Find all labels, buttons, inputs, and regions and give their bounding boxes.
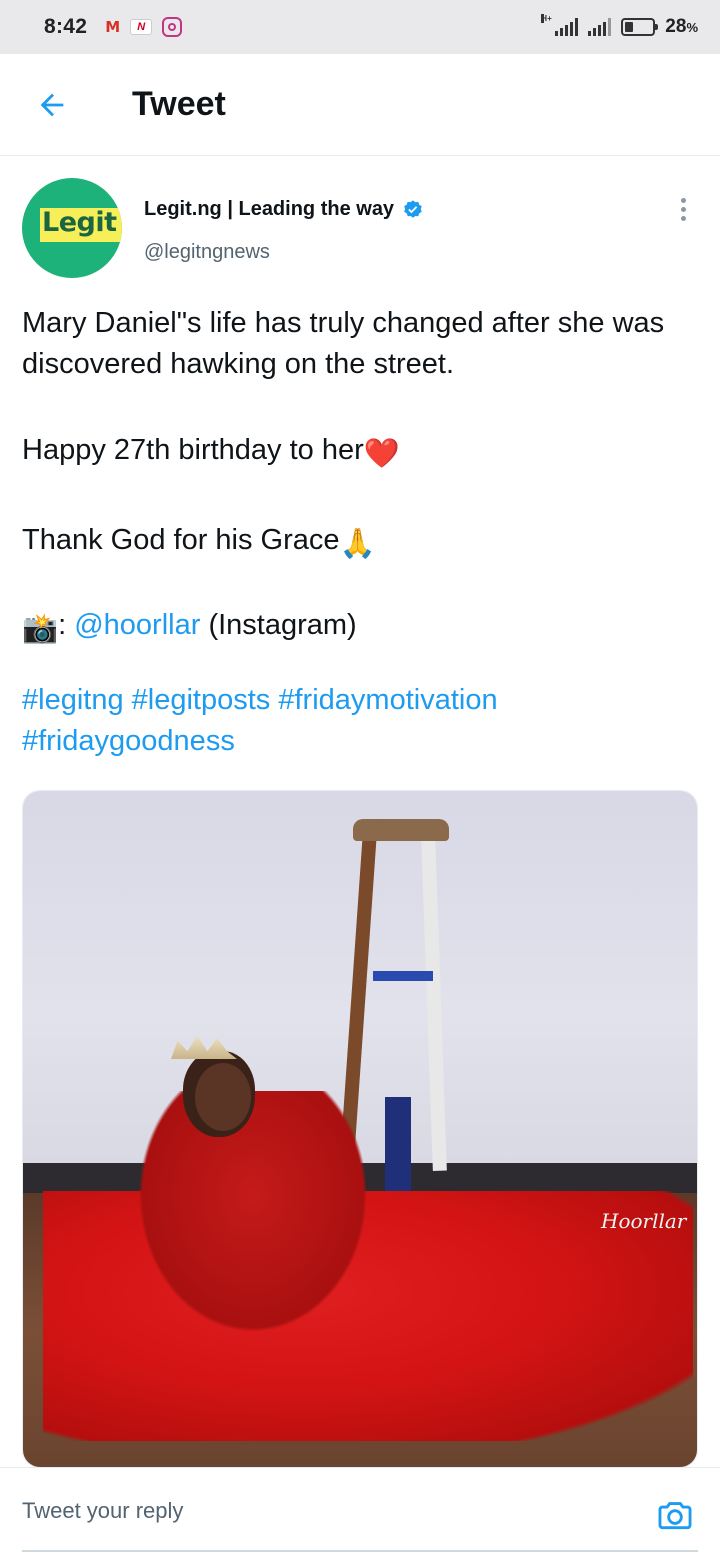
avatar-logo-text: Legit [42, 207, 117, 238]
tweet-body: Mary Daniel"s life has truly changed aft… [22, 303, 698, 650]
page-title: Tweet [132, 85, 226, 123]
author-name-text: Legit.ng | Leading the way [144, 198, 395, 220]
verified-badge-icon [404, 199, 422, 218]
folded-hands-icon: 🙏 [339, 528, 376, 560]
status-time: 8:42 [44, 15, 88, 38]
mention-link[interactable]: @hoorllar [74, 609, 200, 641]
hashtag-link[interactable]: #legitposts [132, 684, 271, 716]
instagram-icon [162, 17, 183, 37]
author-name[interactable]: Legit.ng | Leading the way [144, 198, 424, 221]
mobile-signal-2-icon [588, 18, 612, 36]
status-app-icons: M N [105, 17, 183, 37]
tweet-paragraph-2: Happy 27th birthday to her❤️ [22, 430, 698, 475]
reply-input[interactable]: Tweet your reply [22, 1498, 183, 1524]
hashtag-link[interactable]: #legitng [22, 684, 124, 716]
tweet-author: Legit Legit.ng | Leading the way @legitn… [22, 178, 698, 278]
tweet-photo-credit: 📸: @hoorllar (Instagram) [22, 605, 698, 650]
tweet-image[interactable]: Hoorllar [22, 790, 698, 1468]
top-app-bar: Tweet [0, 54, 720, 156]
status-bar: 8:42 M N H+ 28% [0, 0, 720, 54]
news-icon: N [130, 19, 153, 35]
tweet-paragraph-3: Thank God for his Grace🙏 [22, 520, 698, 565]
camera-button[interactable] [656, 1496, 694, 1534]
image-red-bodice [123, 1091, 383, 1351]
battery-percent: 28% [665, 16, 698, 37]
image-crutch-grip [373, 971, 433, 981]
image-watermark: Hoorllar [601, 1209, 687, 1233]
image-crutch-top [353, 819, 449, 841]
battery-icon [621, 18, 659, 36]
status-indicators: H+ 28% [541, 14, 698, 38]
camera-flash-icon: 📸 [22, 613, 59, 645]
red-heart-icon: ❤️ [363, 438, 400, 470]
hashtag-link[interactable]: #fridaygoodness [22, 725, 235, 757]
arrow-left-icon [40, 93, 64, 116]
reply-bar: Tweet your reply [0, 1467, 720, 1560]
author-handle[interactable]: @legitngnews [144, 241, 270, 264]
network-type-label: H+ [541, 14, 552, 23]
tweet-hashtags: #legitng #legitposts #fridaymotivation #… [22, 680, 698, 762]
back-button[interactable] [22, 75, 82, 135]
gmail-icon: M [105, 18, 121, 36]
reply-underline [22, 1550, 698, 1552]
camera-icon [658, 1502, 692, 1530]
more-options-icon[interactable] [668, 194, 698, 224]
hashtag-link[interactable]: #fridaymotivation [278, 684, 497, 716]
tweet-paragraph-1: Mary Daniel"s life has truly changed aft… [22, 307, 665, 380]
image-face [195, 1063, 251, 1131]
avatar[interactable]: Legit [22, 178, 122, 278]
mobile-signal-icon: H+ [541, 14, 579, 36]
